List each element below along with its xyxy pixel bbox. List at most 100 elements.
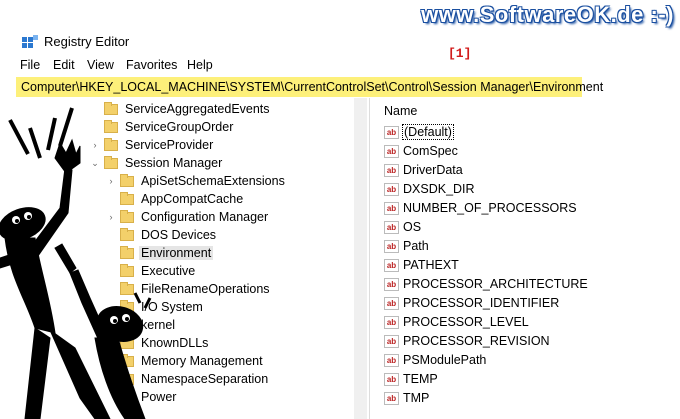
- annotation-marker: [1]: [448, 46, 472, 61]
- folder-icon: [120, 245, 134, 259]
- tree-item-label: ServiceAggregatedEvents: [125, 102, 270, 116]
- tree-item[interactable]: ServiceGroupOrder: [90, 118, 235, 136]
- value-name: PROCESSOR_ARCHITECTURE: [403, 277, 588, 291]
- string-value-icon: ab: [384, 182, 399, 196]
- tree-item-label: ServiceProvider: [125, 138, 214, 152]
- value-row[interactable]: ab NUMBER_OF_PROCESSORS: [384, 199, 577, 217]
- string-value-icon: ab: [384, 258, 399, 272]
- tree-item[interactable]: I/O System: [106, 298, 205, 316]
- value-row[interactable]: ab PROCESSOR_ARCHITECTURE: [384, 275, 588, 293]
- tree-item[interactable]: DOS Devices: [106, 226, 218, 244]
- folder-icon: [120, 173, 134, 187]
- column-header-name[interactable]: Name: [384, 104, 417, 118]
- string-value-icon: ab: [384, 220, 399, 234]
- value-row[interactable]: ab PATHEXT: [384, 256, 459, 274]
- tree-item-label: Configuration Manager: [141, 210, 269, 224]
- value-name: PROCESSOR_REVISION: [403, 334, 550, 348]
- registry-editor-icon: [22, 35, 38, 48]
- value-row[interactable]: ab PROCESSOR_IDENTIFIER: [384, 294, 559, 312]
- string-value-icon: ab: [384, 201, 399, 215]
- value-name: NUMBER_OF_PROCESSORS: [403, 201, 577, 215]
- values-pane[interactable]: Name ab (Default) ab ComSpec ab DriverData ab D…: [372, 98, 680, 419]
- tree-pane[interactable]: ServiceAggregatedEvents ServiceGroupOrder…: [0, 98, 368, 419]
- string-value-icon: ab: [384, 296, 399, 310]
- tree-item[interactable]: › ServiceProvider: [90, 136, 215, 154]
- value-name: Path: [403, 239, 429, 253]
- value-name: (Default): [402, 124, 454, 140]
- tree-item-label: NamespaceSeparation: [141, 372, 269, 386]
- string-value-icon: ab: [384, 372, 399, 386]
- value-name: TMP: [403, 391, 430, 405]
- chevron-right-icon[interactable]: ›: [106, 356, 116, 366]
- tree-item[interactable]: AppCompatCache: [106, 190, 245, 208]
- value-row[interactable]: ab ComSpec: [384, 142, 458, 160]
- tree-item[interactable]: › ApiSetSchemaExtensions: [106, 172, 287, 190]
- value-name: PATHEXT: [403, 258, 459, 272]
- value-row[interactable]: ab OS: [384, 218, 421, 236]
- tree-item-label: ApiSetSchemaExtensions: [141, 174, 285, 188]
- chevron-right-icon[interactable]: ›: [106, 212, 116, 222]
- value-name: PSModulePath: [403, 353, 487, 367]
- pane-divider[interactable]: [369, 98, 370, 419]
- tree-item-label: I/O System: [141, 300, 203, 314]
- tree-item-label: DOS Devices: [141, 228, 217, 242]
- menu-edit[interactable]: Edit: [53, 58, 75, 72]
- folder-icon: [120, 389, 134, 403]
- tree-item-label: Memory Management: [141, 354, 263, 368]
- folder-icon: [120, 209, 134, 223]
- chevron-down-icon[interactable]: ⌄: [90, 158, 100, 169]
- folder-icon: [120, 371, 134, 385]
- window-title: Registry Editor: [44, 34, 130, 49]
- value-row[interactable]: ab TMP: [384, 389, 429, 407]
- menu-view[interactable]: View: [87, 58, 114, 72]
- menu-favorites[interactable]: Favorites: [126, 58, 177, 72]
- folder-icon: [120, 191, 134, 205]
- tree-item[interactable]: Environment: [106, 244, 214, 262]
- tree-item-label: Session Manager: [125, 156, 223, 170]
- string-value-icon: ab: [384, 144, 399, 158]
- tree-item[interactable]: ⌄ Session Manager: [90, 154, 224, 172]
- address-bar[interactable]: Computer\HKEY_LOCAL_MACHINE\SYSTEM\Curre…: [16, 77, 603, 97]
- folder-icon: [104, 119, 118, 133]
- menu-file[interactable]: File: [20, 58, 40, 72]
- tree-item[interactable]: › Memory Management: [106, 352, 265, 370]
- folder-icon: [120, 335, 134, 349]
- tree-item[interactable]: Executive: [106, 262, 197, 280]
- value-row[interactable]: ab DXSDK_DIR: [384, 180, 475, 198]
- folder-icon: [104, 101, 118, 115]
- folder-icon: [120, 317, 134, 331]
- string-value-icon: ab: [384, 239, 399, 253]
- menu-help[interactable]: Help: [187, 58, 213, 72]
- tree-item-label: kernel: [141, 318, 176, 332]
- tree-item-label: AppCompatCache: [141, 192, 244, 206]
- chevron-right-icon[interactable]: ›: [90, 140, 100, 150]
- value-name: DriverData: [403, 163, 463, 177]
- string-value-icon: ab: [384, 334, 399, 348]
- folder-icon: [120, 353, 134, 367]
- tree-item[interactable]: FileRenameOperations: [106, 280, 272, 298]
- folder-icon: [120, 227, 134, 241]
- value-name: PROCESSOR_LEVEL: [403, 315, 529, 329]
- tree-scrollbar[interactable]: [354, 98, 367, 419]
- tree-item[interactable]: Power: [106, 388, 178, 406]
- value-row[interactable]: ab (Default): [384, 123, 454, 141]
- folder-icon: [104, 137, 118, 151]
- value-row[interactable]: ab TEMP: [384, 370, 438, 388]
- tree-item[interactable]: kernel: [106, 316, 177, 334]
- tree-item[interactable]: KnownDLLs: [106, 334, 210, 352]
- value-row[interactable]: ab DriverData: [384, 161, 463, 179]
- tree-item[interactable]: › Configuration Manager: [106, 208, 270, 226]
- value-row[interactable]: ab PSModulePath: [384, 351, 486, 369]
- value-row[interactable]: ab Path: [384, 237, 429, 255]
- address-path: Computer\HKEY_LOCAL_MACHINE\SYSTEM\Curre…: [21, 80, 604, 94]
- tree-item[interactable]: NamespaceSeparation: [106, 370, 270, 388]
- string-value-icon: ab: [384, 353, 399, 367]
- value-row[interactable]: ab PROCESSOR_REVISION: [384, 332, 550, 350]
- tree-item-label: KnownDLLs: [141, 336, 209, 350]
- chevron-right-icon[interactable]: ›: [106, 176, 116, 186]
- tree-item[interactable]: ServiceAggregatedEvents: [90, 100, 272, 118]
- value-name: ComSpec: [403, 144, 458, 158]
- value-row[interactable]: ab PROCESSOR_LEVEL: [384, 313, 529, 331]
- watermark-text: www.SoftwareOK.de :-): [421, 2, 674, 27]
- tree-item-label: Executive: [141, 264, 196, 278]
